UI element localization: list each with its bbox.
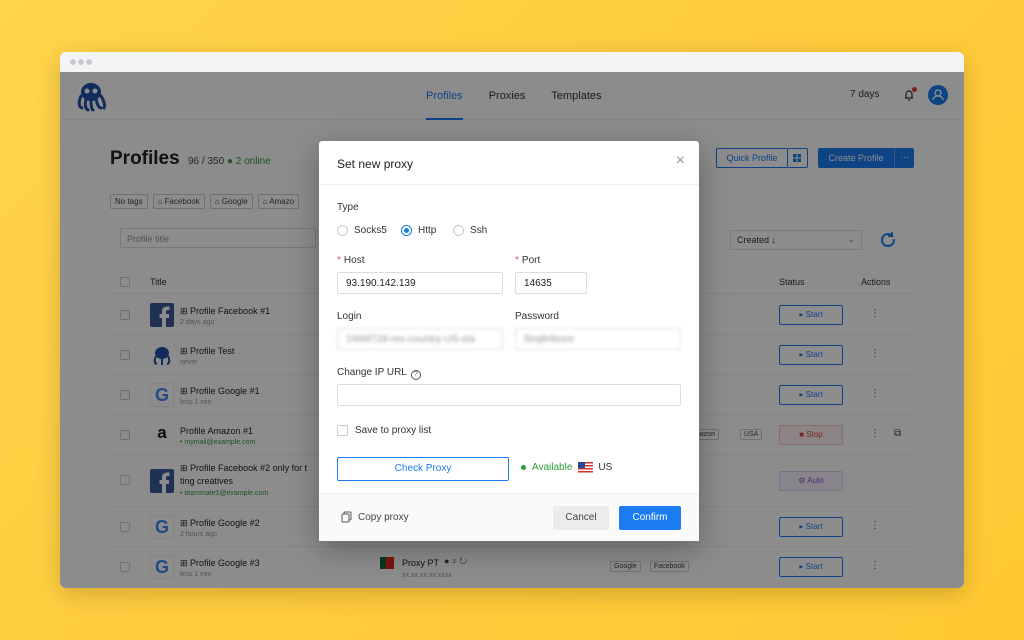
help-icon[interactable]: ? bbox=[410, 370, 421, 380]
dialog-title: Set new proxy bbox=[337, 157, 414, 171]
radio-socks5[interactable]: Socks5 bbox=[337, 225, 387, 236]
radio-label: Http bbox=[418, 225, 437, 236]
port-label: * Port bbox=[515, 255, 541, 266]
set-proxy-dialog: Set new proxy × Type Socks5 Http Ssh * Ho… bbox=[319, 141, 699, 541]
radio-http[interactable]: Http bbox=[401, 225, 436, 236]
status-dot-icon bbox=[521, 465, 526, 470]
host-label-text: Host bbox=[343, 255, 365, 266]
copy-icon bbox=[341, 511, 352, 523]
radio-label: Socks5 bbox=[354, 225, 387, 236]
proxy-availability: Available US bbox=[521, 462, 612, 473]
copy-proxy-label: Copy proxy bbox=[358, 511, 409, 523]
dialog-footer: Copy proxy Cancel Confirm bbox=[319, 493, 699, 541]
login-label: Login bbox=[337, 311, 362, 322]
availability-text: Available bbox=[532, 462, 573, 473]
change-ip-label-text: Change IP URL bbox=[337, 367, 407, 378]
radio-ssh[interactable]: Ssh bbox=[453, 225, 487, 236]
dialog-header: Set new proxy × bbox=[319, 141, 699, 185]
change-ip-url-input[interactable] bbox=[337, 384, 681, 406]
window-dot bbox=[70, 59, 76, 65]
checkbox-box bbox=[337, 425, 348, 436]
confirm-button[interactable]: Confirm bbox=[619, 506, 681, 530]
radio-circle bbox=[337, 225, 348, 236]
login-input[interactable]: 2466f728-res-country-US-sta bbox=[337, 328, 503, 350]
app-window: Profiles Proxies Templates 7 days Profil… bbox=[60, 52, 964, 588]
radio-circle bbox=[401, 225, 412, 236]
window-titlebar bbox=[60, 52, 964, 72]
check-proxy-button[interactable]: Check Proxy bbox=[337, 457, 509, 481]
type-label: Type bbox=[337, 202, 359, 213]
password-input[interactable]: 5lrq8r8esm bbox=[515, 328, 681, 350]
host-input[interactable]: 93.190.142.139 bbox=[337, 272, 503, 294]
password-label: Password bbox=[515, 311, 559, 322]
cancel-button[interactable]: Cancel bbox=[553, 506, 609, 530]
radio-label: Ssh bbox=[470, 225, 488, 236]
window-dot bbox=[78, 59, 84, 65]
window-dot bbox=[86, 59, 92, 65]
close-icon[interactable]: × bbox=[676, 152, 685, 170]
us-flag-icon bbox=[578, 462, 594, 473]
port-input[interactable]: 14635 bbox=[515, 272, 587, 294]
host-label: * Host bbox=[337, 255, 365, 266]
port-label-text: Port bbox=[521, 255, 541, 266]
save-to-proxy-list-checkbox[interactable]: Save to proxy list bbox=[337, 425, 431, 436]
checkbox-label: Save to proxy list bbox=[355, 425, 432, 436]
copy-proxy-button[interactable]: Copy proxy bbox=[341, 511, 409, 523]
country-code: US bbox=[598, 462, 613, 473]
radio-circle bbox=[453, 225, 464, 236]
change-ip-label: Change IP URL? bbox=[337, 367, 421, 380]
